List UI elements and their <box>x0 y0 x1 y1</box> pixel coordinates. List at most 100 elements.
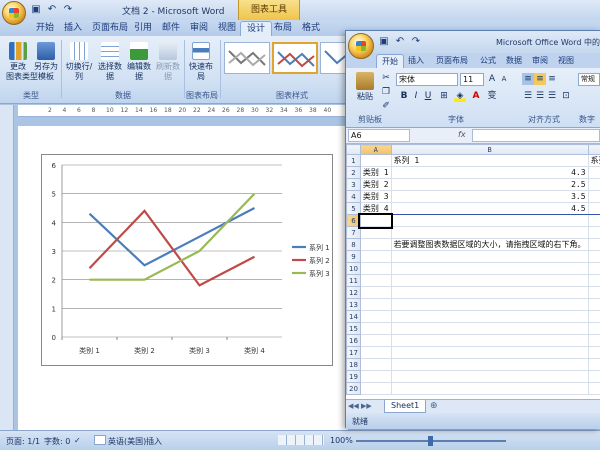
spell-check-icon[interactable]: ✓ <box>74 436 81 445</box>
tab-formulas[interactable]: 公式 <box>480 54 496 68</box>
redo-icon[interactable]: ↷ <box>62 4 74 16</box>
merge-cells-icon[interactable]: ⊡ <box>560 90 572 102</box>
chart-style-2-selected[interactable] <box>272 42 318 74</box>
tab-view[interactable]: 视图 <box>218 21 236 36</box>
number-format-select[interactable]: 常规 <box>578 73 600 86</box>
cell[interactable]: 3.5 <box>390 190 589 203</box>
cell[interactable] <box>390 358 589 371</box>
cell[interactable] <box>359 370 392 383</box>
tab-page-layout[interactable]: 页面布局 <box>92 21 128 36</box>
cell[interactable] <box>587 346 600 359</box>
cell[interactable] <box>359 298 392 311</box>
sheet-tab-sheet1[interactable]: Sheet1 <box>384 400 427 413</box>
cell[interactable]: 1.8 <box>587 190 600 203</box>
cell[interactable] <box>587 310 600 323</box>
row-header[interactable]: 9 <box>346 250 361 263</box>
row-header[interactable]: 11 <box>346 274 361 287</box>
align-center-icon[interactable]: ☰ <box>534 90 546 102</box>
cell[interactable] <box>390 334 589 347</box>
tab-design[interactable]: 设计 <box>240 21 273 36</box>
save-as-template-button[interactable]: 另存为 模板 <box>34 42 58 82</box>
row-header[interactable]: 7 <box>346 226 361 239</box>
align-bottom-icon[interactable]: ≡ <box>546 73 558 85</box>
insert-sheet-icon[interactable]: ⊕ <box>430 401 438 411</box>
cell[interactable] <box>359 382 392 395</box>
embedded-chart[interactable]: 0 1 2 3 4 5 6 类别 1 类别 2 类别 3 类别 4 系列 1 系列 2 系列 3 <box>41 154 333 366</box>
cut-icon[interactable]: ✂ <box>380 72 392 84</box>
cell[interactable] <box>587 238 600 251</box>
cell[interactable]: 2.4 <box>587 166 600 179</box>
status-zoom-level[interactable]: 100% <box>330 436 353 445</box>
view-mode-buttons[interactable] <box>278 435 324 445</box>
cell[interactable] <box>390 310 589 323</box>
select-data-button[interactable]: 选择数据 <box>96 42 124 82</box>
redo-icon[interactable]: ↷ <box>410 36 422 48</box>
cell[interactable]: 2.5 <box>390 178 589 191</box>
cell[interactable] <box>359 250 392 263</box>
zoom-slider-thumb[interactable] <box>428 436 433 446</box>
cell[interactable]: 类别 2 <box>359 178 392 191</box>
cell[interactable]: 4.3 <box>390 166 589 179</box>
cell[interactable] <box>390 214 589 227</box>
insert-function-icon[interactable]: fx <box>458 130 466 139</box>
status-insert-mode[interactable]: 插入 <box>146 436 162 447</box>
cell[interactable] <box>390 322 589 335</box>
status-language[interactable]: 英语(美国) <box>108 436 146 447</box>
row-header[interactable]: 8 <box>346 238 361 251</box>
tab-layout[interactable]: 布局 <box>274 21 292 36</box>
row-header[interactable]: 5 <box>346 202 361 215</box>
row-header[interactable]: 3 <box>346 178 361 191</box>
refresh-data-button[interactable]: 刷新数据 <box>154 42 182 82</box>
row-header[interactable]: 19 <box>346 370 361 383</box>
cell[interactable] <box>587 322 600 335</box>
font-size-select[interactable]: 11 <box>460 73 484 86</box>
tab-references[interactable]: 引用 <box>134 21 152 36</box>
excel-office-button[interactable] <box>348 33 374 59</box>
status-word-count[interactable]: 字数: 0 <box>44 436 70 447</box>
format-painter-icon[interactable]: ✐ <box>380 100 392 112</box>
cell[interactable]: 类别 1 <box>359 166 392 179</box>
row-header[interactable]: 6 <box>346 214 361 227</box>
switch-row-column-button[interactable]: 切换行/列 <box>64 42 94 82</box>
copy-icon[interactable]: ❐ <box>380 86 392 98</box>
grow-font-icon[interactable]: A <box>486 73 498 85</box>
row-header[interactable]: 14 <box>346 310 361 323</box>
cell[interactable] <box>587 382 600 395</box>
italic-icon[interactable]: I <box>410 90 422 102</box>
align-right-icon[interactable]: ☰ <box>546 90 558 102</box>
cell[interactable] <box>359 226 392 239</box>
cell[interactable]: 类别 3 <box>359 190 392 203</box>
chart-style-1[interactable] <box>224 42 270 74</box>
cell[interactable] <box>390 250 589 263</box>
cell[interactable] <box>390 286 589 299</box>
row-header[interactable]: 10 <box>346 262 361 275</box>
cell[interactable] <box>390 226 589 239</box>
paste-button[interactable]: 粘贴 <box>352 72 378 102</box>
row-header[interactable]: 1 <box>346 154 361 167</box>
cell[interactable] <box>359 286 392 299</box>
shrink-font-icon[interactable]: A <box>498 73 510 85</box>
cell[interactable] <box>359 358 392 371</box>
cell[interactable]: 4.4 <box>587 178 600 191</box>
save-icon[interactable]: ▣ <box>30 4 42 16</box>
undo-icon[interactable]: ↶ <box>46 4 58 16</box>
bold-icon[interactable]: B <box>398 90 410 102</box>
cell[interactable]: 类别 4 <box>359 202 392 215</box>
cell[interactable] <box>359 262 392 275</box>
cell[interactable] <box>359 346 392 359</box>
fill-color-icon[interactable]: ◈ <box>454 90 466 102</box>
column-header[interactable]: A <box>359 144 392 155</box>
row-header[interactable]: 15 <box>346 322 361 335</box>
tab-review[interactable]: 审阅 <box>190 21 208 36</box>
cell[interactable] <box>359 334 392 347</box>
row-header[interactable]: 2 <box>346 166 361 179</box>
cell[interactable] <box>390 370 589 383</box>
underline-icon[interactable]: U <box>422 90 434 102</box>
cell[interactable]: 系列 1 <box>390 154 589 167</box>
cell[interactable] <box>587 274 600 287</box>
cell[interactable] <box>359 310 392 323</box>
save-icon[interactable]: ▣ <box>378 36 390 48</box>
tab-data[interactable]: 数据 <box>506 54 522 68</box>
font-color-icon[interactable]: A <box>470 90 482 102</box>
cell[interactable] <box>587 214 600 227</box>
